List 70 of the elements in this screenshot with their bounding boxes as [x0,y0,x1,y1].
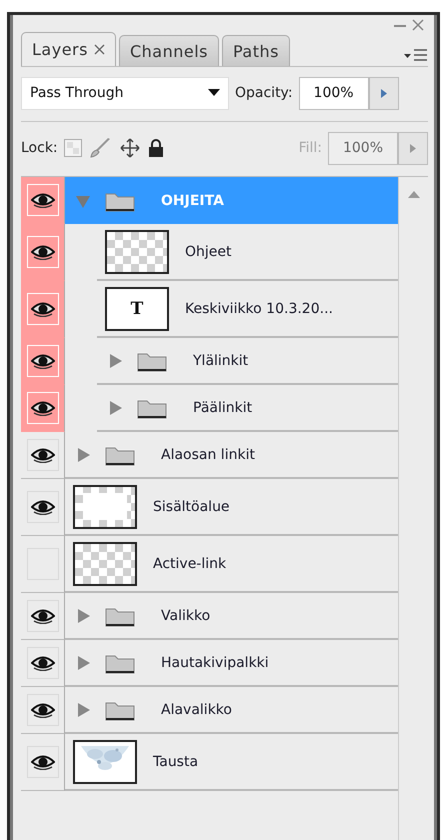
layer-name: Keskiviikko 10.3.20... [185,300,333,316]
visibility-toggle[interactable] [26,491,58,523]
layer-name: Alaosan linkit [161,446,255,462]
layer-row[interactable]: Ohjeet [65,224,398,281]
layer-row[interactable]: Valikko [65,593,398,640]
arrow-right-icon [410,144,416,152]
expand-arrow-icon[interactable] [75,608,91,624]
fill-field[interactable]: 100% [328,132,398,164]
visibility-toggle[interactable] [26,600,58,632]
eye-icon [30,353,54,369]
transparent-thumbnail [75,544,135,584]
opacity-slider-button[interactable] [368,76,399,110]
visibility-toggle[interactable] [26,694,58,726]
layer-row[interactable]: Active-link [65,536,398,593]
opacity-label: Opacity: [235,85,293,101]
arrow-right-icon [380,88,387,98]
layer-row[interactable]: Tausta [65,734,398,791]
layer-row[interactable]: Päälinkit [65,385,398,432]
eye-icon [30,754,54,770]
layer-row[interactable]: Alaosan linkit [65,432,398,479]
eye-icon [30,655,54,671]
layer-name: Ohjeet [185,244,232,260]
layer-name: OHJEITA [161,192,224,208]
eye-icon [30,192,54,208]
transparent-thumbnail [107,232,167,272]
layer-row[interactable]: T Keskiviikko 10.3.20... [65,281,398,338]
expand-arrow-icon[interactable] [107,400,123,416]
eye-icon [30,702,54,718]
layer-thumbnail [75,486,135,526]
panel-tab[interactable]: Layers [21,32,116,66]
text-glyph: T [130,298,144,318]
layer-name: Valikko [161,608,210,624]
layer-row[interactable]: Ylälinkit [65,338,398,385]
dropdown-caret-icon [208,89,220,97]
fill-slider-button[interactable] [398,132,428,164]
lock-icon[interactable] [148,139,164,157]
layer-name: Hautakivipalkki [161,654,269,670]
fill-label: Fill: [298,140,322,156]
expand-arrow-icon[interactable] [107,352,123,368]
visibility-toggle[interactable] [26,439,58,471]
panel-menu-icon[interactable] [404,48,428,62]
close-icon[interactable] [412,19,424,31]
expand-arrow-icon[interactable] [75,702,91,718]
panel-tab[interactable]: Channels [118,35,219,66]
layer-name: Sisältöalue [153,498,230,514]
layer-name: Active-link [153,556,226,572]
eye-icon [30,400,54,416]
visibility-toggle[interactable] [26,746,58,778]
blend-mode-dropdown[interactable]: Pass Through [21,76,229,110]
move-icon[interactable] [120,138,140,158]
eye-icon [30,608,54,624]
visibility-toggle[interactable] [26,647,58,679]
opacity-field[interactable]: 100% [298,76,369,110]
brush-icon[interactable] [90,138,112,158]
expand-arrow-icon[interactable] [75,446,91,462]
expand-arrow-icon[interactable] [75,654,91,670]
eye-icon [30,244,54,260]
layer-name: Tausta [153,754,198,770]
eye-icon [30,301,54,317]
layer-name: Alavalikko [161,702,232,718]
layer-name: Päälinkit [193,400,252,416]
close-icon[interactable] [94,44,105,55]
lock-label: Lock: [21,140,58,156]
layer-name: Ylälinkit [193,352,248,368]
eye-icon [30,447,54,463]
layer-row[interactable]: Hautakivipalkki [65,640,398,687]
eye-icon [30,499,54,515]
layer-row[interactable]: Sisältöalue [65,479,398,536]
layer-row[interactable]: Alavalikko [65,687,398,734]
panel-tab[interactable]: Paths [222,35,290,66]
